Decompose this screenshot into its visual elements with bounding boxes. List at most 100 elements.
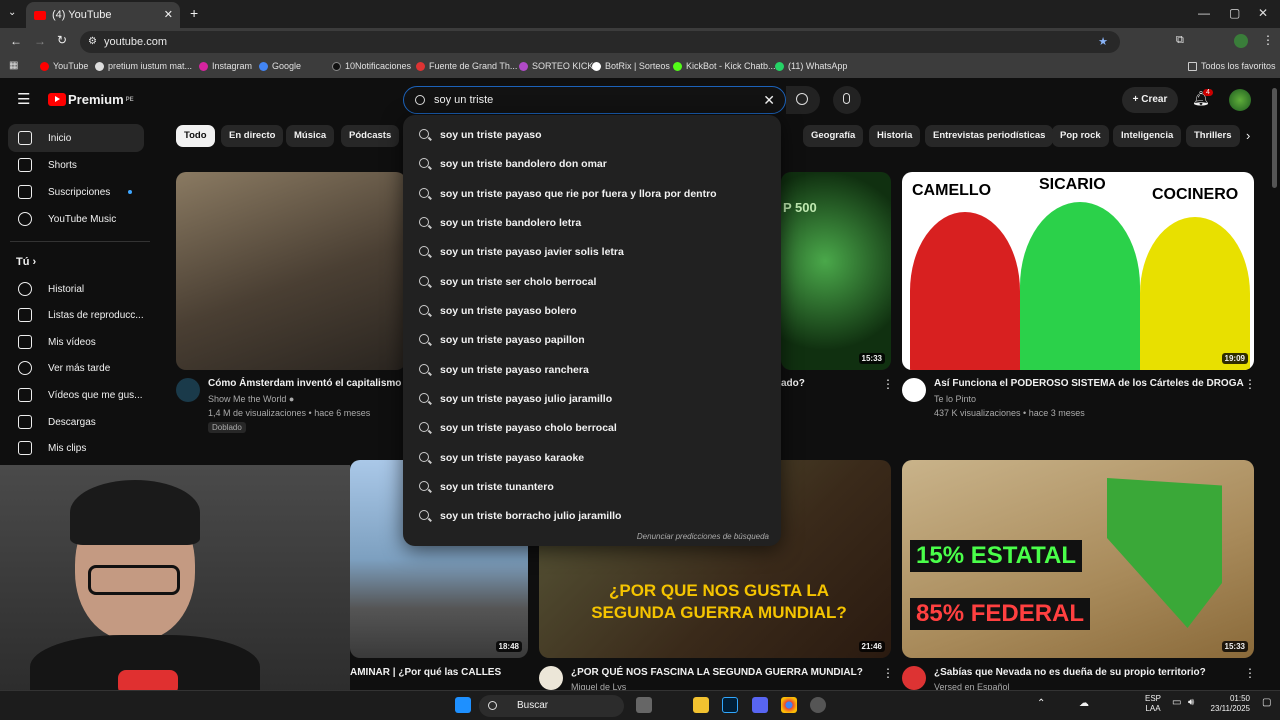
- suggestion-item[interactable]: soy un triste bandolero letra: [403, 208, 781, 237]
- chip-geografia[interactable]: Geografía: [803, 125, 864, 147]
- suggestion-item[interactable]: soy un triste tunantero: [403, 472, 781, 501]
- chip-todo[interactable]: Todo: [176, 125, 215, 147]
- sidebar-item-historial[interactable]: Historial: [8, 275, 144, 303]
- clock[interactable]: 01:50 23/11/2025: [1208, 694, 1250, 714]
- video-thumbnail[interactable]: CAMELLO SICARIO COCINERO 19:09: [902, 172, 1254, 370]
- channel-name[interactable]: Te lo Pinto: [934, 394, 976, 404]
- bookmark-fuente[interactable]: Fuente de Grand Th...: [416, 61, 517, 71]
- new-tab-button[interactable]: +: [190, 5, 198, 21]
- sidebar-item-youtube-music[interactable]: YouTube Music: [8, 205, 144, 233]
- video-menu-icon[interactable]: ⋮: [1244, 666, 1256, 680]
- sidebar-item-mis-clips[interactable]: Mis clips: [8, 434, 144, 462]
- suggestion-item[interactable]: soy un triste payaso cholo berrocal: [403, 413, 781, 442]
- keyboard-language[interactable]: ESP LAA: [1145, 694, 1161, 714]
- sidebar-item-playlists[interactable]: Listas de reproducc...: [8, 301, 144, 329]
- app-icon[interactable]: [810, 697, 826, 713]
- minimize-button[interactable]: —: [1198, 6, 1210, 20]
- video-title[interactable]: ¿Sabías que Nevada no es dueña de su pro…: [934, 667, 1206, 678]
- suggestion-item[interactable]: soy un triste payaso que rie por fuera y…: [403, 179, 781, 208]
- bookmark-sorteo-kick[interactable]: SORTEO KICK: [519, 61, 593, 71]
- reload-icon[interactable]: ↻: [57, 33, 67, 47]
- chip-en-directo[interactable]: En directo: [221, 125, 284, 147]
- chip-entrevistas[interactable]: Entrevistas periodísticas: [925, 125, 1054, 147]
- extensions-icon[interactable]: ⧉: [1176, 34, 1184, 47]
- tray-cloud-icon[interactable]: ☁: [1079, 698, 1089, 709]
- suggestion-item[interactable]: soy un triste payaso ranchera: [403, 355, 781, 384]
- all-bookmarks[interactable]: Todos los favoritos: [1188, 61, 1276, 71]
- you-section-header[interactable]: Tú ›: [16, 256, 36, 268]
- bookmark-notificaciones[interactable]: 10Notificaciones: [332, 61, 411, 71]
- sidebar-item-shorts[interactable]: Shorts: [8, 151, 144, 179]
- apps-grid-icon[interactable]: ▦: [9, 60, 18, 71]
- bookmark-kickbot[interactable]: KickBot - Kick Chatb...: [673, 61, 776, 71]
- tray-chevron-icon[interactable]: ⌃: [1037, 698, 1045, 709]
- suggestion-item[interactable]: soy un triste payaso javier solis letra: [403, 237, 781, 266]
- channel-avatar[interactable]: [902, 666, 926, 690]
- bookmark-whatsapp[interactable]: (11) WhatsApp: [775, 61, 847, 71]
- sidebar-item-inicio[interactable]: Inicio: [8, 124, 144, 152]
- channel-avatar[interactable]: [902, 378, 926, 402]
- suggestion-item[interactable]: soy un triste borracho julio jaramillo: [403, 501, 781, 530]
- suggestion-item[interactable]: soy un triste payaso: [403, 120, 781, 149]
- chip-musica[interactable]: Música: [286, 125, 335, 147]
- url-field[interactable]: ⚙ youtube.com ★: [80, 31, 1120, 53]
- notification-center-icon[interactable]: ▢: [1262, 697, 1271, 708]
- maximize-button[interactable]: ▢: [1229, 6, 1240, 20]
- suggestion-item[interactable]: soy un triste payaso papillon: [403, 325, 781, 354]
- channel-avatar[interactable]: [176, 378, 200, 402]
- video-thumbnail[interactable]: 15% ESTATAL 85% FEDERAL 15:33: [902, 460, 1254, 658]
- site-info-icon[interactable]: ⚙: [88, 31, 97, 53]
- video-thumbnail[interactable]: [176, 172, 406, 370]
- search-input[interactable]: soy un triste ✕: [403, 86, 786, 114]
- video-menu-icon[interactable]: ⋮: [882, 666, 894, 680]
- suggestion-item[interactable]: soy un triste bandolero don omar: [403, 149, 781, 178]
- create-button[interactable]: + Crear: [1122, 87, 1178, 113]
- bookmark-youtube[interactable]: YouTube: [40, 61, 88, 71]
- page-scrollbar[interactable]: [1272, 88, 1277, 188]
- back-icon[interactable]: ←: [10, 34, 22, 48]
- sidebar-item-descargas[interactable]: Descargas: [8, 408, 144, 436]
- video-title[interactable]: ¿POR QUÉ NOS FASCINA LA SEGUNDA GUERRA M…: [571, 667, 863, 678]
- browser-menu-icon[interactable]: ⋮: [1262, 33, 1274, 47]
- forward-icon[interactable]: →: [34, 34, 46, 48]
- channel-name[interactable]: Show Me the World ●: [208, 394, 294, 404]
- voice-search-button[interactable]: [833, 86, 861, 114]
- bookmark-botrix[interactable]: BotRix | Sorteos: [592, 61, 670, 71]
- video-thumbnail[interactable]: P 500 15:33: [781, 172, 891, 370]
- profile-avatar[interactable]: [1234, 34, 1248, 48]
- video-menu-icon[interactable]: ⋮: [1244, 377, 1256, 391]
- sidebar-item-ver-mas-tarde[interactable]: Ver más tarde: [8, 354, 144, 382]
- tab-youtube[interactable]: (4) YouTube ✕: [26, 2, 180, 28]
- sidebar-item-suscripciones[interactable]: Suscripciones: [8, 178, 144, 206]
- tab-list-button[interactable]: ⌄: [8, 7, 16, 18]
- network-icon[interactable]: ▭: [1172, 697, 1181, 708]
- chip-podcasts[interactable]: Pódcasts: [341, 125, 400, 147]
- volume-icon[interactable]: 🔊︎: [1188, 697, 1194, 708]
- sidebar-item-mis-videos[interactable]: Mis vídeos: [8, 328, 144, 356]
- video-title[interactable]: Así Funciona el PODEROSO SISTEMA de los …: [934, 378, 1244, 389]
- channel-avatar[interactable]: [539, 666, 563, 690]
- tab-close-icon[interactable]: ✕: [164, 8, 173, 21]
- suggestion-item[interactable]: soy un triste payaso julio jaramillo: [403, 384, 781, 413]
- suggestion-item[interactable]: soy un triste payaso bolero: [403, 296, 781, 325]
- chip-pop-rock[interactable]: Pop rock: [1052, 125, 1109, 147]
- search-button[interactable]: [786, 86, 820, 114]
- bookmark-instagram[interactable]: Instagram: [199, 61, 252, 71]
- chip-inteligencia[interactable]: Inteligencia: [1113, 125, 1182, 147]
- report-predictions-link[interactable]: Denunciar predicciones de búsqueda: [637, 532, 769, 541]
- chip-thrillers[interactable]: Thrillers: [1186, 125, 1240, 147]
- task-view-icon[interactable]: [636, 697, 652, 713]
- video-title[interactable]: Cómo Ámsterdam inventó el capitalismo: [208, 378, 401, 389]
- account-avatar[interactable]: [1229, 89, 1251, 111]
- photoshop-icon[interactable]: [722, 697, 738, 713]
- taskbar-search[interactable]: Buscar: [479, 695, 624, 717]
- clear-search-icon[interactable]: ✕: [763, 87, 775, 113]
- video-menu-icon[interactable]: ⋮: [882, 377, 894, 391]
- sidebar-item-liked-videos[interactable]: Vídeos que me gus...: [8, 381, 144, 409]
- bookmark-google[interactable]: Google: [259, 61, 301, 71]
- suggestion-item[interactable]: soy un triste ser cholo berrocal: [403, 267, 781, 296]
- close-window-button[interactable]: ✕: [1258, 6, 1268, 20]
- chips-next-icon[interactable]: ›: [1246, 128, 1250, 143]
- chrome-icon[interactable]: [781, 697, 797, 713]
- youtube-premium-logo[interactable]: Premium PE: [48, 92, 134, 107]
